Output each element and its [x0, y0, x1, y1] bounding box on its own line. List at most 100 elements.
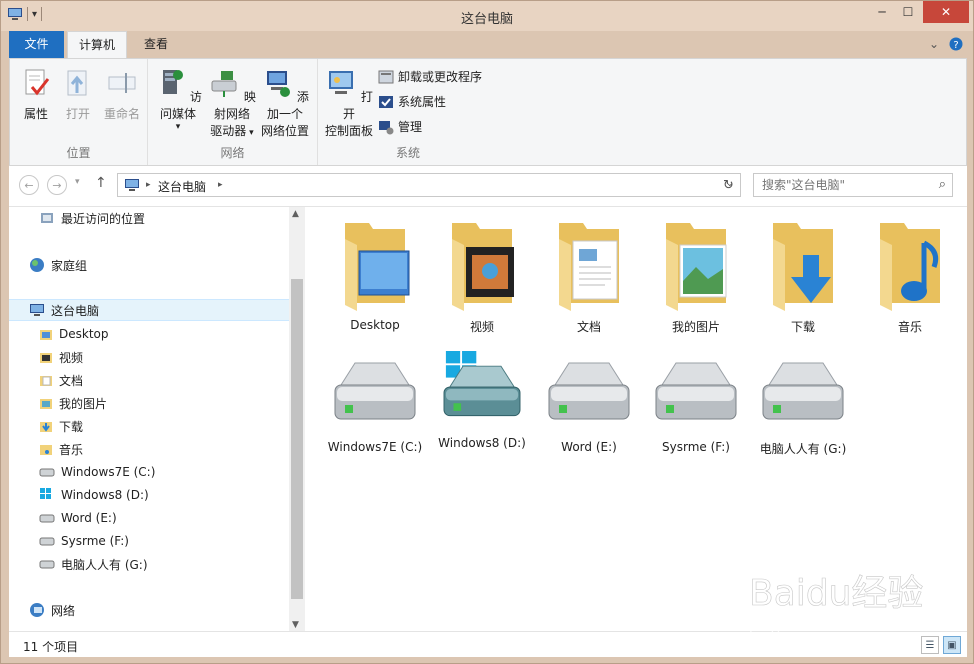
- forward-button[interactable]: →: [47, 175, 67, 195]
- address-bar[interactable]: ▸ 这台电脑 ▸ ⌄: [117, 173, 741, 197]
- network-group: 访问媒体 ▾ 映射网络 驱动器 ▾ 添加一个 网络位置 网络: [148, 59, 318, 165]
- control-panel-icon: [329, 71, 354, 94]
- manage-label: 管理: [398, 120, 423, 134]
- drive-tile-f[interactable]: Sysrme (F:): [636, 355, 756, 454]
- drive-label: Word (E:): [561, 440, 617, 454]
- nav-folder-documents[interactable]: 文档: [39, 369, 83, 391]
- manage-button[interactable]: 管理: [378, 118, 422, 135]
- search-input[interactable]: [762, 175, 932, 195]
- videos-folder-icon: [40, 353, 52, 363]
- refresh-button[interactable]: ↻: [717, 173, 741, 197]
- folder-tile-documents[interactable]: 文档: [539, 215, 639, 335]
- nav-recent-places[interactable]: 最近访问的位置: [39, 207, 145, 229]
- minimize-button[interactable]: ─: [869, 1, 895, 23]
- access-media-button[interactable]: 访问媒体 ▾: [152, 67, 204, 132]
- tab-view[interactable]: 查看: [131, 31, 181, 58]
- up-button[interactable]: ↑: [95, 175, 107, 191]
- open-label: 打开: [65, 107, 90, 121]
- drive-icon: [39, 514, 55, 523]
- rename-button[interactable]: 重命名: [100, 67, 144, 123]
- uninstall-program-button[interactable]: 卸载或更改程序: [378, 68, 482, 85]
- system-group: 打开 控制面板 卸载或更改程序 系统属性 管理 系统: [318, 59, 498, 165]
- nav-drive-c[interactable]: Windows7E (C:): [39, 461, 155, 483]
- folder-label: Desktop: [350, 318, 400, 332]
- folder-tile-desktop[interactable]: Desktop: [325, 215, 425, 332]
- network-icon: [30, 603, 44, 617]
- nav-drive-g[interactable]: 电脑人人有 (G:): [39, 553, 148, 575]
- pictures-folder-icon: [40, 399, 52, 409]
- nav-homegroup-label: 家庭组: [51, 258, 88, 273]
- search-icon[interactable]: ⌕: [939, 177, 946, 192]
- help-icon[interactable]: ?: [949, 37, 963, 54]
- desktop-folder-icon: [345, 223, 410, 311]
- properties-button[interactable]: 属性: [16, 67, 56, 123]
- dropdown-arrow-icon: ▾: [175, 122, 181, 132]
- nav-folder-music[interactable]: 音乐: [39, 438, 83, 460]
- add-network-location-button[interactable]: 添加一个 网络位置: [258, 67, 312, 140]
- nav-item-label: Word (E:): [61, 511, 117, 525]
- nav-this-pc-label: 这台电脑: [51, 303, 100, 318]
- scroll-down-icon[interactable]: ▼: [292, 620, 299, 630]
- details-view-button[interactable]: ☰: [921, 636, 939, 654]
- properties-icon: [25, 69, 50, 96]
- nav-this-pc[interactable]: 这台电脑: [9, 299, 289, 321]
- nav-folder-videos[interactable]: 视频: [39, 346, 83, 368]
- breadcrumb-this-pc[interactable]: 这台电脑: [158, 178, 206, 195]
- uninstall-label: 卸载或更改程序: [398, 70, 483, 84]
- folder-tile-pictures[interactable]: 我的图片: [646, 215, 746, 335]
- breadcrumb-chevron-icon[interactable]: ▸: [218, 180, 223, 190]
- nav-recent-label: 最近访问的位置: [61, 211, 146, 226]
- folder-tile-music[interactable]: 音乐: [860, 215, 960, 335]
- nav-drive-e[interactable]: Word (E:): [39, 507, 117, 529]
- recent-locations-icon[interactable]: ▾: [75, 177, 80, 187]
- system-properties-button[interactable]: 系统属性: [378, 93, 446, 110]
- large-icons-view-button[interactable]: ▣: [943, 636, 961, 654]
- folder-tile-videos[interactable]: 视频: [432, 215, 532, 335]
- network-group-label: 网络: [220, 146, 245, 160]
- hard-drive-icon: [762, 362, 844, 420]
- folder-label: 下载: [790, 320, 815, 334]
- open-button[interactable]: 打开: [58, 67, 98, 123]
- folder-label: 我的图片: [671, 320, 720, 334]
- map-drive-label-2: 驱动器: [210, 124, 247, 138]
- drive-tile-c[interactable]: Windows7E (C:): [315, 355, 435, 454]
- open-cp-label-2: 控制面板: [324, 124, 373, 138]
- hard-drive-icon: [334, 362, 416, 420]
- back-button[interactable]: ←: [19, 175, 39, 195]
- nav-folder-downloads[interactable]: 下载: [39, 415, 83, 437]
- nav-drive-f[interactable]: Sysrme (F:): [39, 530, 129, 552]
- nav-folder-desktop[interactable]: Desktop: [39, 323, 109, 345]
- system-properties-label: 系统属性: [398, 95, 447, 109]
- drive-label: Windows7E (C:): [327, 440, 423, 454]
- folder-tile-downloads[interactable]: 下载: [753, 215, 853, 335]
- uninstall-icon: [378, 70, 394, 83]
- nav-homegroup[interactable]: 家庭组: [29, 254, 87, 276]
- close-button[interactable]: ✕: [923, 1, 969, 23]
- maximize-button[interactable]: ☐: [895, 1, 921, 23]
- windows-drive-icon: [40, 488, 51, 499]
- music-folder-icon: [880, 223, 940, 311]
- drive-tile-g[interactable]: 电脑人人有 (G:): [743, 355, 863, 457]
- rename-label: 重命名: [103, 107, 140, 121]
- folder-label: 文档: [576, 320, 601, 334]
- svg-text:?: ?: [953, 40, 958, 51]
- scroll-up-icon[interactable]: ▲: [292, 209, 299, 219]
- drive-tile-d[interactable]: Windows8 (D:): [422, 351, 542, 450]
- nav-network[interactable]: 网络: [29, 599, 75, 621]
- tab-computer[interactable]: 计算机: [67, 31, 127, 58]
- open-control-panel-button[interactable]: 打开 控制面板: [322, 67, 376, 140]
- breadcrumb-chevron-icon[interactable]: ▸: [146, 180, 151, 190]
- drive-tile-e[interactable]: Word (E:): [529, 355, 649, 454]
- drive-label: 电脑人人有 (G:): [759, 442, 847, 456]
- nav-scrollbar[interactable]: ▲ ▼: [289, 207, 305, 632]
- properties-label: 属性: [23, 107, 48, 121]
- navigation-pane: 最近访问的位置 家庭组 这台电脑 Desktop 视频 文档 我的图片 下载 音…: [9, 207, 305, 632]
- map-network-drive-button[interactable]: 映射网络 驱动器 ▾: [206, 67, 258, 142]
- chevron-down-icon[interactable]: ⌄: [929, 37, 939, 51]
- address-row: ← → ▾ ↑ ▸ 这台电脑 ▸ ⌄ ↻ ⌕: [9, 166, 967, 206]
- nav-drive-d[interactable]: Windows8 (D:): [39, 484, 149, 506]
- tab-file[interactable]: 文件: [9, 31, 64, 58]
- nav-network-label: 网络: [51, 603, 76, 618]
- scrollbar-thumb[interactable]: [291, 279, 303, 599]
- nav-folder-pictures[interactable]: 我的图片: [39, 392, 107, 414]
